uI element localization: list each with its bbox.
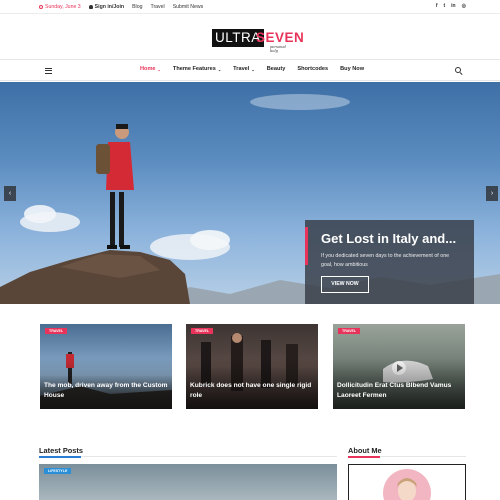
site-logo[interactable]: ULTRA SEVEN personal bolg — [212, 29, 304, 53]
signin-link[interactable]: Sign in/Join — [88, 4, 125, 10]
signin-label: Sign in/Join — [94, 4, 125, 10]
accent-bar — [305, 227, 308, 265]
topbar-link-submit-news[interactable]: Submit News — [173, 4, 204, 10]
nav-item-home[interactable]: Home ⌄ — [140, 66, 161, 72]
top-bar: Sunday, June 3 Sign in/Join Blog Travel … — [0, 0, 500, 14]
category-badge[interactable]: LIFESTYLE — [44, 468, 72, 474]
nav-item-label: Home — [140, 66, 156, 72]
nav-item-buy-now[interactable]: Buy Now — [340, 66, 364, 72]
date-text: Sunday, June 3 — [45, 4, 81, 10]
slide-caption: Get Lost in Italy and... If you dedicate… — [305, 220, 474, 304]
category-badge[interactable]: TRAVEL — [191, 328, 214, 334]
logo-tagline: personal bolg — [270, 45, 286, 53]
about-me-heading: About Me — [348, 446, 382, 455]
section-divider — [39, 455, 337, 458]
latest-posts-heading: Latest Posts — [39, 446, 83, 455]
slider-next-icon[interactable]: › — [486, 186, 498, 201]
nav-item-beauty[interactable]: Beauty — [267, 66, 286, 72]
post-card-title[interactable]: Dollicitudin Erat Ctus Blbend Vamus Laor… — [337, 381, 463, 401]
post-card[interactable]: TRAVEL Kubrick does not have one single … — [186, 324, 318, 409]
chevron-down-icon: ⌄ — [251, 66, 255, 72]
hero-slider: Get Lost in Italy and... If you dedicate… — [0, 82, 500, 304]
post-card-title[interactable]: Kubrick does not have one single rigid r… — [190, 381, 316, 401]
view-now-button[interactable]: VIEW NOW — [321, 276, 369, 293]
facebook-icon[interactable]: f — [436, 3, 438, 9]
user-icon — [88, 5, 93, 9]
slide-title[interactable]: Get Lost in Italy and... — [321, 231, 456, 246]
nav-menu: Home ⌄ Theme Features ⌄ Travel ⌄ Beauty Sho… — [140, 66, 364, 72]
section-divider — [348, 455, 466, 458]
slider-prev-icon[interactable]: ‹ — [4, 186, 16, 201]
clock-icon — [39, 5, 43, 9]
instagram-icon[interactable]: ◎ — [462, 3, 466, 9]
post-card[interactable]: TRAVEL The mob, driven away from the Cus… — [40, 324, 172, 409]
hamburger-menu-icon[interactable] — [45, 68, 52, 75]
date-display: Sunday, June 3 — [39, 4, 81, 10]
chevron-down-icon: ⌄ — [217, 66, 222, 72]
slide-description: If you dedicated seven days to the achie… — [321, 253, 450, 268]
about-me-widget — [348, 464, 466, 500]
post-card-title[interactable]: The mob, driven away from the Custom Hou… — [44, 381, 170, 401]
nav-item-label: Travel — [233, 66, 250, 72]
nav-item-travel[interactable]: Travel ⌄ — [233, 66, 255, 72]
latest-post-image[interactable]: LIFESTYLE — [39, 464, 337, 500]
nav-item-theme-features[interactable]: Theme Features ⌄ — [173, 66, 221, 72]
nav-item-label: Theme Features — [172, 66, 216, 72]
nav-item-shortcodes[interactable]: Shortcodes — [297, 66, 328, 72]
chevron-down-icon: ⌄ — [157, 66, 161, 72]
topbar-link-blog[interactable]: Blog — [132, 4, 142, 10]
linkedin-icon[interactable]: in — [451, 3, 455, 9]
category-badge[interactable]: TRAVEL — [338, 328, 361, 334]
nav-item-label: Buy Now — [340, 66, 365, 72]
category-badge[interactable]: TRAVEL — [45, 328, 68, 334]
twitter-icon[interactable]: t — [444, 3, 446, 9]
topbar-link-travel[interactable]: Travel — [150, 4, 164, 10]
main-navbar: Home ⌄ Theme Features ⌄ Travel ⌄ Beauty Sho… — [0, 59, 500, 81]
nav-item-label: Shortcodes — [297, 66, 329, 72]
nav-item-label: Beauty — [266, 66, 286, 72]
search-icon[interactable] — [455, 67, 461, 73]
avatar — [383, 469, 431, 500]
post-card[interactable]: TRAVEL Dollicitudin Erat Ctus Blbend Vam… — [333, 324, 465, 409]
